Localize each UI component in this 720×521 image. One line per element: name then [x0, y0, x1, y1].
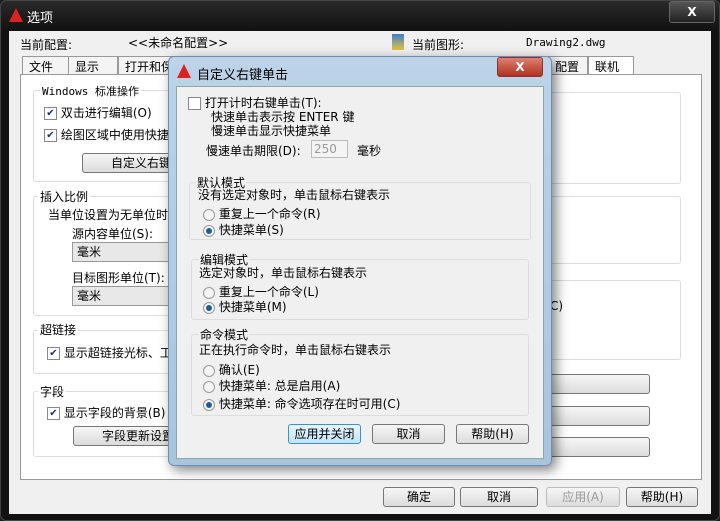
dialog-help-button[interactable]: 帮助(H): [456, 424, 529, 444]
period-input[interactable]: 250: [311, 140, 348, 158]
cmd-confirm-label: 确认(E): [218, 363, 260, 377]
tab-profiles[interactable]: 配置: [548, 56, 588, 76]
slow-click-text: 慢速单击显示快捷菜单: [211, 124, 332, 138]
cmd-always-label: 快捷菜单: 总是启用(A): [218, 379, 341, 393]
hyperlink-label: 超链接: [38, 321, 79, 338]
dialog-title: 自定义右键单击: [197, 68, 289, 83]
right-button-1[interactable]: ..: [540, 374, 650, 394]
default-menu-radio[interactable]: 快捷菜单(S): [203, 221, 284, 238]
apply-button[interactable]: 应用(A): [546, 487, 620, 507]
tab-online[interactable]: 联机: [588, 56, 634, 76]
profile-label: 当前配置:: [20, 38, 73, 52]
field-update-button[interactable]: 字段更新设置: [73, 426, 179, 446]
period-unit: 毫秒: [357, 144, 382, 158]
help-button[interactable]: 帮助(H): [626, 487, 698, 507]
profile-value: <<未命名配置>>: [128, 36, 229, 50]
drawing-icon: [392, 34, 404, 50]
cmd-confirm-radio[interactable]: 确认(E): [203, 361, 260, 378]
autocad-logo-icon: [9, 8, 23, 22]
field-bg-checkbox[interactable]: ✔ 显示字段的背景(B): [47, 404, 165, 421]
right-button-3[interactable]: ..: [540, 437, 650, 457]
source-units-select[interactable]: 毫米: [72, 242, 178, 262]
field-label: 字段: [38, 383, 67, 400]
command-mode-desc: 正在执行命令时，单击鼠标右键表示: [199, 343, 392, 357]
dialog-close-button[interactable]: X: [497, 57, 543, 77]
period-label: 慢速单击期限(D):: [206, 144, 301, 158]
edit-menu-radio[interactable]: 快捷菜单(M): [203, 298, 287, 315]
default-mode-desc: 没有选定对象时，单击鼠标右键表示: [198, 188, 391, 202]
dblclick-checkbox[interactable]: ✔ 双击进行编辑(O): [44, 104, 152, 121]
hyperlink-cb-label: 显示超链接光标、工: [63, 346, 172, 360]
right-group-3: [550, 280, 681, 360]
shortcut-checkbox[interactable]: ✔ 绘图区域中使用快捷: [44, 126, 169, 143]
insert-scale-label: 插入比例: [38, 188, 91, 205]
right-button-2[interactable]: [540, 406, 650, 426]
edit-menu-label: 快捷菜单(M): [218, 300, 287, 314]
source-units-label: 源内容单位(S):: [72, 227, 154, 241]
right-group-1: [550, 92, 681, 184]
dialog-logo-icon: [177, 64, 191, 78]
unitless-label: 当单位设置为无单位时: [48, 208, 169, 222]
cancel-button[interactable]: 取消: [460, 487, 538, 507]
edit-repeat-label: 重复上一个命令(L): [218, 285, 319, 299]
default-repeat-label: 重复上一个命令(R): [218, 207, 321, 221]
window-title: 选项: [27, 11, 54, 26]
cmd-always-radio[interactable]: 快捷菜单: 总是启用(A): [203, 377, 340, 394]
dialog-cancel-button[interactable]: 取消: [372, 424, 445, 444]
edit-mode-desc: 选定对象时，单击鼠标右键表示: [199, 266, 368, 280]
field-bg-label: 显示字段的背景(B): [63, 406, 166, 420]
tab-display[interactable]: 显示: [68, 56, 118, 76]
default-menu-label: 快捷菜单(S): [218, 223, 284, 237]
target-units-select[interactable]: 毫米: [72, 286, 178, 306]
right-group-2: [550, 196, 681, 264]
shortcut-label: 绘图区域中使用快捷: [60, 128, 169, 142]
close-button[interactable]: X: [669, 1, 715, 23]
default-repeat-radio[interactable]: 重复上一个命令(R): [203, 205, 321, 222]
target-units-label: 目标图形单位(T):: [72, 271, 165, 285]
ok-button[interactable]: 确定: [383, 487, 455, 507]
drawing-label: 当前图形:: [412, 38, 465, 52]
windows-group-label: Windows 标准操作: [40, 83, 141, 99]
dblclick-label: 双击进行编辑(O): [60, 106, 152, 120]
cmd-options-label: 快捷菜单: 命令选项存在时可用(C): [218, 397, 401, 411]
drawing-value: Drawing2.dwg: [526, 36, 606, 49]
apply-close-button[interactable]: 应用并关闭: [288, 424, 361, 444]
cmd-options-radio[interactable]: 快捷菜单: 命令选项存在时可用(C): [203, 395, 400, 412]
hyperlink-checkbox[interactable]: ✔ 显示超链接光标、工: [47, 344, 172, 361]
tab-files[interactable]: 文件: [22, 56, 70, 76]
